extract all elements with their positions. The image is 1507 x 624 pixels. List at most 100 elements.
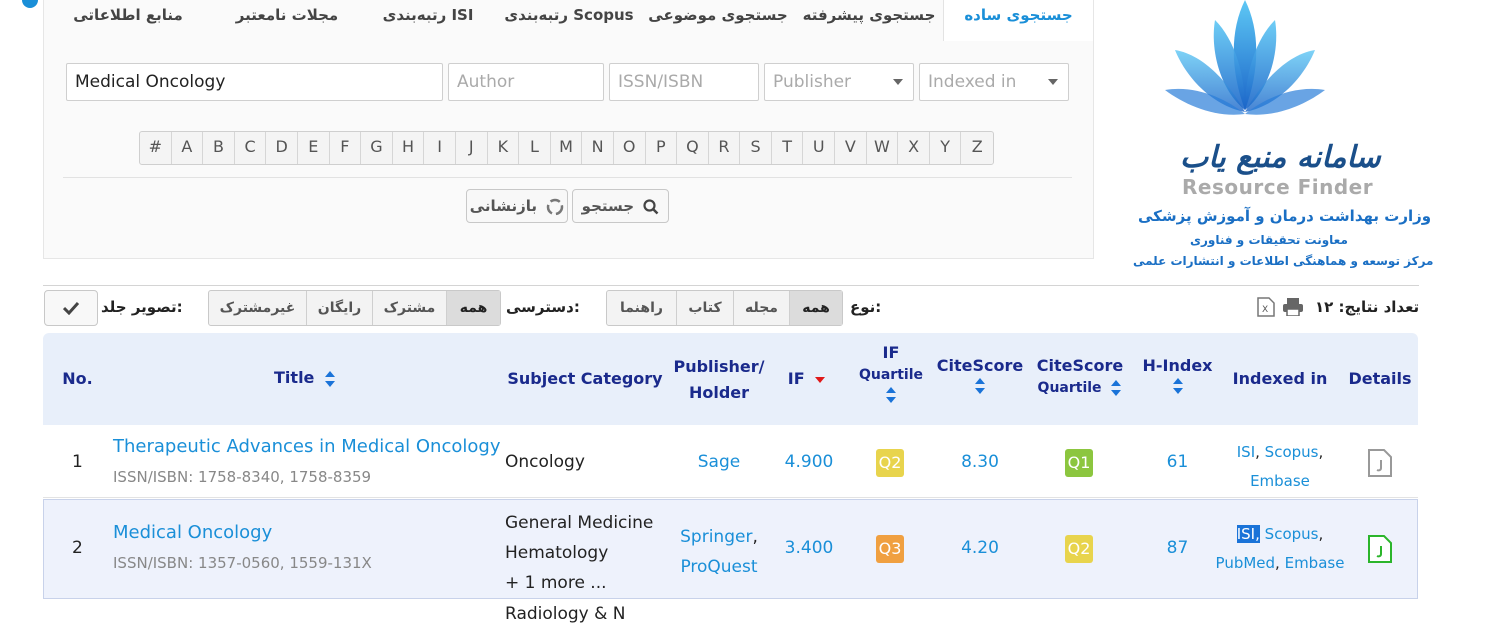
tab-simple-search[interactable]: جستجوی ساده (943, 0, 1093, 41)
col-citescore-quartile[interactable]: CiteScore Quartile (1030, 355, 1130, 399)
journal-issn: ISSN/ISBN: 1758-8340, 1758-8359 (113, 468, 372, 486)
alphabet-letter[interactable]: H (393, 132, 425, 164)
type-book[interactable]: کتاب (677, 291, 734, 325)
type-filter: راهنما کتاب مجله همه (606, 290, 843, 326)
type-all[interactable]: همه (790, 291, 842, 325)
info-icon[interactable] (22, 0, 38, 8)
alphabet-letter[interactable]: K (488, 132, 520, 164)
col-details: Details (1348, 369, 1412, 388)
if-quartile-badge: Q2 (876, 449, 904, 477)
alphabet-letter[interactable]: G (361, 132, 393, 164)
chevron-down-icon (893, 79, 903, 85)
type-journal[interactable]: مجله (734, 291, 790, 325)
reset-button[interactable]: بازنشانی (466, 189, 568, 223)
tab-subject-search[interactable]: جستجوی موضوعی (643, 0, 793, 40)
citescore-quartile-badge: Q1 (1065, 449, 1093, 477)
cover-toggle-button[interactable] (44, 290, 98, 326)
alphabet-letter[interactable]: Y (930, 132, 962, 164)
issn-input[interactable]: ISSN/ISBN (609, 63, 759, 101)
print-icon[interactable] (1283, 298, 1303, 316)
check-icon (62, 301, 80, 315)
index-isi-link[interactable]: ISI (1237, 443, 1255, 461)
alphabet-letter[interactable]: J (456, 132, 488, 164)
alphabet-letter[interactable]: W (867, 132, 899, 164)
sort-icon (1172, 378, 1183, 394)
subject-category: Oncology (505, 452, 585, 472)
citescore: 8.30 (961, 452, 999, 472)
subject-more-link[interactable]: + 1 more ... (505, 568, 653, 598)
journal-title-link[interactable]: Therapeutic Advances in Medical Oncology (113, 436, 500, 457)
access-subscribed[interactable]: مشترک (373, 291, 447, 325)
access-free[interactable]: رایگان (307, 291, 373, 325)
table-row (43, 600, 1418, 616)
details-doc-icon[interactable] (1368, 449, 1392, 477)
alphabet-letter[interactable]: B (203, 132, 235, 164)
alphabet-letter[interactable]: Z (961, 132, 993, 164)
author-input[interactable]: Author (448, 63, 604, 101)
row-number: 1 (72, 452, 83, 472)
alphabet-letter[interactable]: R (709, 132, 741, 164)
alphabet-letter[interactable]: O (614, 132, 646, 164)
publisher-list: Springer, ProQuest (680, 527, 758, 577)
indexed-in-select[interactable]: Indexed in (919, 63, 1069, 101)
alphabet-letter[interactable]: M (551, 132, 583, 164)
alphabet-letter[interactable]: C (235, 132, 267, 164)
publisher-select[interactable]: Publisher (764, 63, 914, 101)
title-search-input[interactable]: Medical Oncology (66, 63, 443, 101)
index-embase-link[interactable]: Embase (1285, 554, 1345, 572)
sort-icon (975, 378, 985, 394)
tab-scopus-ranking[interactable]: رتبه‌بندی Scopus (495, 0, 643, 40)
journal-title-link[interactable]: Medical Oncology (113, 522, 272, 543)
tab-advanced-search[interactable]: جستجوی پیشرفته (795, 0, 943, 40)
alphabet-letter[interactable]: T (772, 132, 804, 164)
alphabet-letter[interactable]: S (740, 132, 772, 164)
index-scopus-link[interactable]: Scopus (1265, 525, 1319, 543)
details-doc-icon[interactable] (1368, 535, 1392, 563)
publisher-link[interactable]: Sage (668, 452, 770, 472)
col-title[interactable]: Title (240, 367, 370, 389)
subject-category-2: Hematology (505, 543, 609, 563)
col-if[interactable]: IF (780, 368, 834, 390)
alphabet-letter[interactable]: I (424, 132, 456, 164)
excel-icon[interactable]: X (1257, 297, 1275, 317)
col-citescore[interactable]: CiteScore (935, 355, 1025, 401)
type-guide[interactable]: راهنما (607, 291, 677, 325)
alphabet-letter[interactable]: U (803, 132, 836, 164)
publisher-link[interactable]: ProQuest (680, 557, 757, 577)
col-hindex[interactable]: H-Index (1135, 355, 1220, 401)
index-pubmed-link[interactable]: PubMed (1216, 554, 1276, 572)
search-button[interactable]: جستجو (572, 189, 669, 223)
impact-factor: 3.400 (784, 538, 834, 558)
index-scopus-link[interactable]: Scopus (1265, 443, 1319, 461)
alphabet-letter[interactable]: N (582, 132, 614, 164)
citescore: 4.20 (961, 538, 999, 558)
index-isi-link[interactable]: ISI (1236, 525, 1256, 543)
col-subject: Subject Category (507, 369, 663, 388)
impact-factor: 4.900 (784, 452, 834, 472)
alphabet-letter[interactable]: L (519, 132, 551, 164)
alphabet-letter[interactable]: D (266, 132, 298, 164)
divider (63, 177, 1072, 178)
publisher-link[interactable]: Springer (680, 527, 752, 547)
tab-info-sources[interactable]: منابع اطلاعاتی (53, 0, 203, 40)
alphabet-letter[interactable]: # (140, 132, 172, 164)
h-index: 61 (1166, 452, 1189, 472)
alphabet-letter[interactable]: F (330, 132, 362, 164)
alphabet-letter[interactable]: V (835, 132, 867, 164)
alphabet-letter[interactable]: P (646, 132, 678, 164)
lotus-logo-icon (1165, 0, 1325, 115)
alphabet-letter[interactable]: X (898, 132, 930, 164)
alphabet-letter[interactable]: A (172, 132, 204, 164)
subject-category: Radiology & N (505, 604, 626, 624)
alphabet-letter[interactable]: E (298, 132, 330, 164)
col-citescore-label: CiteScore (936, 356, 1024, 375)
tab-isi-ranking[interactable]: رتبه‌بندی ISI (363, 0, 493, 40)
index-embase-link[interactable]: Embase (1250, 472, 1310, 490)
alphabet-letter[interactable]: Q (677, 132, 709, 164)
access-non-subscribed[interactable]: غیرمشترک (209, 291, 307, 325)
logo-deputy: معاونت تحقیقات و فناوری (1190, 233, 1348, 247)
access-all[interactable]: همه (447, 291, 500, 325)
col-if-quartile[interactable]: IF Quartile (855, 342, 927, 410)
access-label: دسترسی: (506, 298, 580, 316)
tab-invalid-journals[interactable]: مجلات نامعتبر (213, 0, 361, 40)
